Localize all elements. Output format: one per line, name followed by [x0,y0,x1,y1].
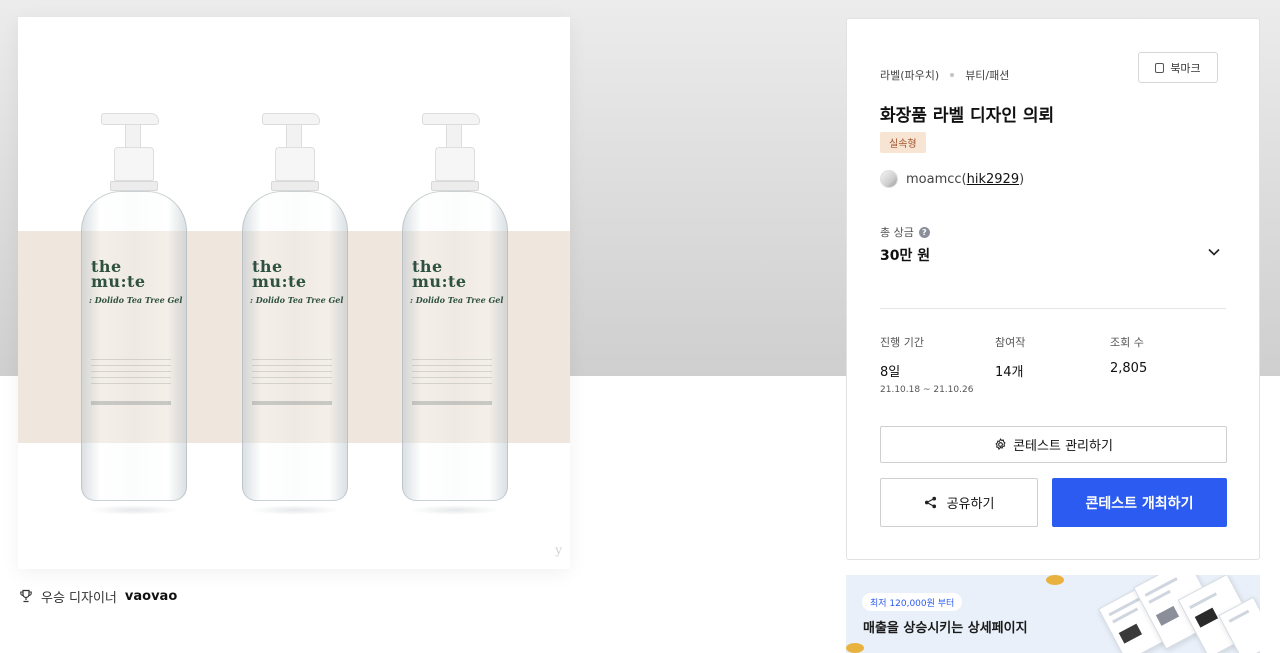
coin-decoration [1046,575,1064,585]
prize-label: 총 상금 [880,226,914,239]
stat-label: 조회 수 [1110,336,1144,349]
stat-entries: 참여작 14개 [995,334,1110,395]
bookmark-button[interactable]: 북마크 [1138,52,1218,83]
stat-value: 14개 [995,365,1024,380]
contest-title: 화장품 라벨 디자인 의뢰 [880,106,1055,126]
winner-info: 우승 디자이너 vaovao [19,586,177,606]
bottle-product-text: : Dolido Tea Tree Gel [89,295,183,305]
bookmark-icon [1155,62,1165,73]
product-bottle: the mu:te : Dolido Tea Tree Gel [402,113,508,515]
bottle-brand-text: the mu:te [91,257,146,291]
chevron-down-icon[interactable] [1205,243,1223,261]
open-contest-label: 콘테스트 개최하기 [1085,495,1194,512]
share-label: 공유하기 [946,497,995,512]
contest-main-image[interactable]: the mu:te : Dolido Tea Tree Gel the mu:te … [18,17,570,569]
stat-date-range: 21.10.18 ~ 21.10.26 [880,385,974,395]
bottle-product-text: : Dolido Tea Tree Gel [250,295,344,305]
stat-label: 진행 기간 [880,336,924,349]
category-link[interactable]: 라벨(파우치) [880,67,939,83]
product-bottle: the mu:te : Dolido Tea Tree Gel [242,113,348,515]
bookmark-label: 북마크 [1170,61,1201,75]
divider [880,308,1226,309]
gear-icon [995,438,1006,451]
stat-duration: 진행 기간 8일 21.10.18 ~ 21.10.26 [880,334,995,395]
promo-banner[interactable]: 최저 120,000원 부터 매출을 상승시키는 상세페이지 [846,575,1260,653]
host-name: moamcc [906,171,962,187]
stat-value: 2,805 [1110,361,1148,376]
stat-label: 참여작 [995,336,1026,349]
trophy-icon [20,589,32,603]
open-contest-button[interactable]: 콘테스트 개최하기 [1052,478,1227,527]
manage-contest-button[interactable]: 콘테스트 관리하기 [880,426,1227,463]
breadcrumb: 라벨(파우치) 뷰티/패션 [880,67,1009,83]
bottle-brand-text: the mu:te [412,257,467,291]
plan-badge: 실속형 [880,132,926,153]
host-handle-link[interactable]: hik2929 [967,172,1019,187]
stat-value: 8일 [880,365,901,380]
share-icon [924,496,936,509]
prize-value: 30만 원 [880,248,931,264]
share-button[interactable]: 공유하기 [880,478,1038,527]
subcategory-link[interactable]: 뷰티/패션 [965,67,1009,83]
coin-decoration [846,643,864,653]
winner-name[interactable]: vaovao [125,589,177,604]
manage-contest-label: 콘테스트 관리하기 [1013,439,1113,454]
winner-label: 우승 디자이너 [41,590,117,606]
contest-stats: 진행 기간 8일 21.10.18 ~ 21.10.26 참여작 14개 조회 … [880,334,1230,395]
image-watermark: y [555,543,562,557]
stat-views: 조회 수 2,805 [1110,334,1225,395]
help-icon[interactable]: ? [918,226,930,238]
prize-label-row: 총 상금 ? [880,224,930,240]
product-bottle: the mu:te : Dolido Tea Tree Gel [81,113,187,515]
contest-info-card: 라벨(파우치) 뷰티/패션 북마크 화장품 라벨 디자인 의뢰 실속형 moam… [846,18,1260,560]
promo-price-pill: 최저 120,000원 부터 [862,593,963,611]
avatar [880,170,898,188]
breadcrumb-separator [950,73,955,77]
bottle-product-text: : Dolido Tea Tree Gel [410,295,504,305]
promo-title: 매출을 상승시키는 상세페이지 [863,621,1028,636]
host-info: moamcc(hik2929) [880,170,1024,188]
bottle-brand-text: the mu:te [252,257,307,291]
